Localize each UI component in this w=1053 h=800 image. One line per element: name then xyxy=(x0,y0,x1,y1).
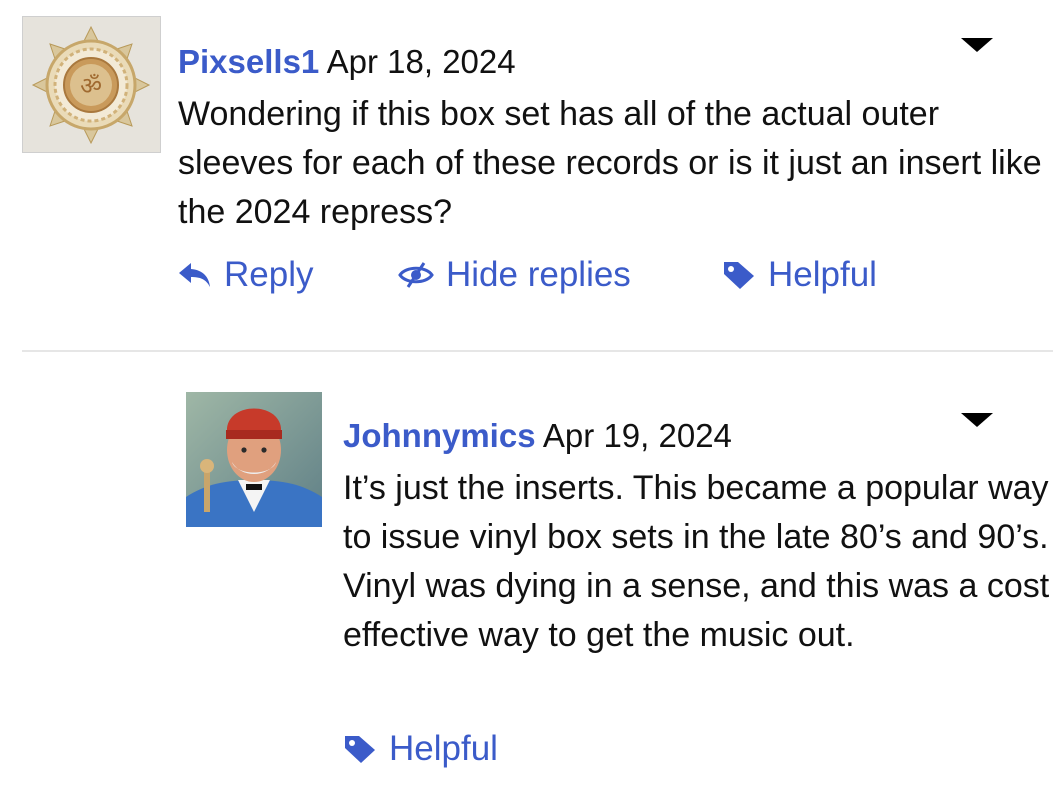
helpful-label: Helpful xyxy=(389,729,498,768)
reply-label: Reply xyxy=(224,255,314,294)
comment-text: Wondering if this box set has all of the… xyxy=(178,95,1042,231)
svg-text:ॐ: ॐ xyxy=(80,72,102,100)
comment-header: Pixsells1 Apr 18, 2024 xyxy=(178,42,516,82)
comment-text: It’s just the inserts. This became a pop… xyxy=(343,469,1050,654)
tag-icon xyxy=(724,262,754,289)
helpful-label: Helpful xyxy=(768,255,877,294)
options-caret-icon[interactable] xyxy=(961,38,993,52)
comment-johnnymics: Johnnymics Apr 19, 2024 It’s just the in… xyxy=(0,352,1053,800)
hide-replies-button[interactable]: Hide replies xyxy=(398,255,631,295)
comment-thread: ॐ Pixsells1 Apr 18, 2024 Wondering if th… xyxy=(0,0,1053,800)
hide-replies-label: Hide replies xyxy=(446,255,631,294)
portrait-avatar-icon xyxy=(186,392,322,527)
username[interactable]: Johnnymics xyxy=(343,417,536,454)
tag-icon xyxy=(345,736,375,763)
comment-date: Apr 19, 2024 xyxy=(542,417,732,454)
user-avatar[interactable] xyxy=(186,392,322,527)
comment-header: Johnnymics Apr 19, 2024 xyxy=(343,416,732,456)
comment-date: Apr 18, 2024 xyxy=(326,43,516,80)
user-avatar[interactable]: ॐ xyxy=(22,16,161,153)
mandala-avatar-icon: ॐ xyxy=(23,17,160,152)
helpful-button[interactable]: Helpful xyxy=(722,255,877,295)
options-caret-icon[interactable] xyxy=(961,413,993,427)
username[interactable]: Pixsells1 xyxy=(178,43,319,80)
reply-button[interactable]: Reply xyxy=(178,255,313,295)
reply-icon xyxy=(179,263,210,287)
helpful-button[interactable]: Helpful xyxy=(343,729,498,769)
comment-pixsells1: ॐ Pixsells1 Apr 18, 2024 Wondering if th… xyxy=(0,0,1053,350)
eye-slash-icon xyxy=(398,262,434,288)
